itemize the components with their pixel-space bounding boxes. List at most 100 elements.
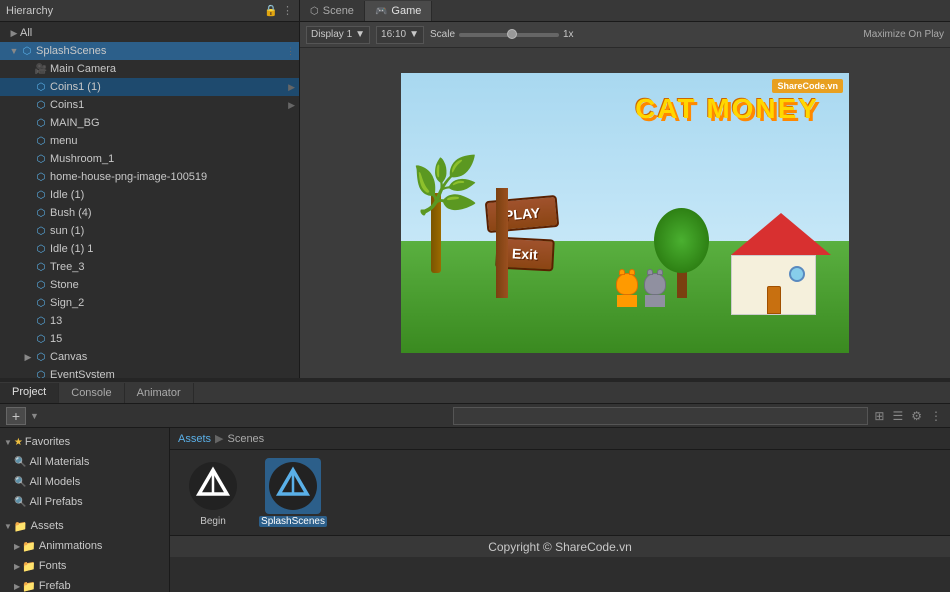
hierarchy-idle1b-label: Idle (1) 1 bbox=[50, 243, 93, 255]
hierarchy-label: Hierarchy bbox=[6, 5, 53, 17]
toolbar-icons: ⊞ ☰ ⚙ ⋮ bbox=[872, 407, 944, 425]
hierarchy-mushroom-label: Mushroom_1 bbox=[50, 153, 114, 165]
house-roof bbox=[731, 213, 831, 255]
hierarchy-item-tree3[interactable]: ▶ ⬡ Tree_3 bbox=[0, 258, 299, 276]
settings-icon[interactable]: ⚙ bbox=[909, 407, 924, 425]
hierarchy-maincamera-label: Main Camera bbox=[50, 63, 116, 75]
tab-game-label: Game bbox=[391, 5, 421, 17]
asset-splashscenes[interactable]: SplashScenes bbox=[258, 458, 328, 527]
assets-folder-icon: 📁 bbox=[14, 520, 28, 533]
hierarchy-eventsystem-label: EventSystem bbox=[50, 369, 115, 378]
menu-icon[interactable]: ⋮ bbox=[282, 4, 293, 17]
project-search-input[interactable] bbox=[453, 407, 869, 425]
aspect-dropdown[interactable]: 16:10 ▼ bbox=[376, 26, 424, 44]
gameobj-icon: 🎥 bbox=[34, 62, 48, 76]
hierarchy-item-sun[interactable]: ▶ ⬡ sun (1) bbox=[0, 222, 299, 240]
hierarchy-header: Hierarchy 🔒 ⋮ bbox=[0, 0, 299, 22]
cat2-ear-right bbox=[657, 269, 663, 275]
hierarchy-item-canvas[interactable]: ▶ ⬡ Canvas bbox=[0, 348, 299, 366]
breadcrumb-separator: ▶ bbox=[215, 432, 223, 445]
hierarchy-coins1b-label: Coins1 bbox=[50, 99, 84, 111]
hierarchy-item-idle1b[interactable]: ▶ ⬡ Idle (1) 1 bbox=[0, 240, 299, 258]
lock-icon[interactable]: 🔒 bbox=[264, 4, 278, 17]
hierarchy-item-maincamera[interactable]: ▶ 🎥 Main Camera bbox=[0, 60, 299, 78]
hierarchy-item-coins1b[interactable]: ▶ ⬡ Coins1 ▶ bbox=[0, 96, 299, 114]
begin-label: Begin bbox=[200, 516, 226, 527]
hierarchy-item-homehouse[interactable]: ▶ ⬡ home-house-png-image-100519 bbox=[0, 168, 299, 186]
tab-game[interactable]: 🎮 Game bbox=[365, 1, 432, 21]
splashscenes-icon-container bbox=[265, 458, 321, 514]
house-body bbox=[731, 255, 816, 315]
expand-arrow: ▶ bbox=[8, 27, 20, 39]
asset-begin[interactable]: Begin bbox=[178, 458, 248, 527]
hierarchy-canvas-label: Canvas bbox=[50, 351, 87, 363]
scene-icon: ⬡ bbox=[20, 44, 34, 58]
breadcrumb-current: Scenes bbox=[227, 433, 264, 445]
hierarchy-item-menu[interactable]: ▶ ⬡ menu bbox=[0, 132, 299, 150]
hierarchy-item-stone[interactable]: ▶ ⬡ Stone bbox=[0, 276, 299, 294]
hierarchy-sun-label: sun (1) bbox=[50, 225, 84, 237]
list-view-icon[interactable]: ☰ bbox=[890, 407, 905, 425]
sign-post: PLAY Exit bbox=[496, 188, 508, 298]
favorites-arrow: ▼ bbox=[4, 438, 12, 447]
hierarchy-item-splashscenes[interactable]: ▼ ⬡ SplashScenes ⋮ bbox=[0, 42, 299, 60]
fonts-item[interactable]: ▶ 📁 Fonts bbox=[0, 556, 169, 576]
gameobj-icon14: ⬡ bbox=[34, 296, 48, 310]
all-models-item[interactable]: 🔍 All Models bbox=[0, 472, 169, 492]
hierarchy-item-eventsystem[interactable]: ▶ ⬡ EventSystem bbox=[0, 366, 299, 378]
maximize-button[interactable]: Maximize On Play bbox=[863, 29, 944, 40]
scale-slider-thumb bbox=[507, 29, 517, 39]
cat-ear-right bbox=[629, 269, 635, 275]
hierarchy-item-mainbg[interactable]: ▶ ⬡ MAIN_BG bbox=[0, 114, 299, 132]
item-arrow-right: ▶ bbox=[288, 82, 295, 93]
breadcrumb-root[interactable]: Assets bbox=[178, 433, 211, 445]
hierarchy-bush-label: Bush (4) bbox=[50, 207, 92, 219]
animmations-label: Animmations bbox=[39, 540, 103, 552]
house bbox=[731, 213, 831, 315]
hierarchy-item-all[interactable]: ▶ All bbox=[0, 24, 299, 42]
all-materials-item[interactable]: 🔍 All Materials bbox=[0, 452, 169, 472]
scale-label: Scale bbox=[430, 29, 455, 40]
display-label: Display 1 bbox=[311, 29, 352, 40]
tab-console[interactable]: Console bbox=[59, 383, 124, 403]
hierarchy-item-15[interactable]: ▶ ⬡ 15 bbox=[0, 330, 299, 348]
more-icon[interactable]: ⋮ bbox=[928, 407, 944, 425]
hierarchy-item-sign2[interactable]: ▶ ⬡ Sign_2 bbox=[0, 294, 299, 312]
scale-slider[interactable] bbox=[459, 33, 559, 37]
all-prefabs-item[interactable]: 🔍 All Prefabs bbox=[0, 492, 169, 512]
character-orange bbox=[616, 273, 638, 303]
gameobj-icon12: ⬡ bbox=[34, 260, 48, 274]
hierarchy-homehouse-label: home-house-png-image-100519 bbox=[50, 171, 207, 183]
hierarchy-item-13[interactable]: ▶ ⬡ 13 bbox=[0, 312, 299, 330]
animmations-item[interactable]: ▶ 📁 Animmations bbox=[0, 536, 169, 556]
hierarchy-panel: Hierarchy 🔒 ⋮ ▶ All ▼ ⬡ SplashScenes ⋮ ▶ bbox=[0, 0, 300, 378]
animmations-arrow: ▶ bbox=[14, 542, 20, 551]
favorites-section[interactable]: ▼ ★ Favorites bbox=[0, 432, 169, 452]
frefab-item[interactable]: ▶ 📁 Frefab bbox=[0, 576, 169, 592]
tab-scene[interactable]: ⬡ Scene bbox=[300, 1, 365, 21]
hierarchy-item-coins1[interactable]: ▶ ⬡ Coins1 (1) ▶ bbox=[0, 78, 299, 96]
assets-section[interactable]: ▼ 📁 Assets bbox=[0, 516, 169, 536]
cat2-ear-left bbox=[647, 269, 653, 275]
display-dropdown[interactable]: Display 1 ▼ bbox=[306, 26, 370, 44]
gameobj-icon7: ⬡ bbox=[34, 170, 48, 184]
game-toolbar: Display 1 ▼ 16:10 ▼ Scale 1x Maximize On… bbox=[300, 22, 950, 48]
hierarchy-sign2-label: Sign_2 bbox=[50, 297, 84, 309]
hierarchy-item-bush[interactable]: ▶ ⬡ Bush (4) bbox=[0, 204, 299, 222]
hierarchy-item-mushroom[interactable]: ▶ ⬡ Mushroom_1 bbox=[0, 150, 299, 168]
character-grey bbox=[644, 273, 666, 303]
tab-project[interactable]: Project bbox=[0, 383, 59, 403]
add-button[interactable]: + bbox=[6, 407, 26, 425]
cat-body bbox=[617, 295, 637, 307]
hierarchy-15-label: 15 bbox=[50, 333, 62, 345]
grid-view-icon[interactable]: ⊞ bbox=[872, 407, 886, 425]
display-arrow: ▼ bbox=[355, 29, 365, 40]
aspect-label: 16:10 bbox=[381, 29, 406, 40]
gameobj-icon13: ⬡ bbox=[34, 278, 48, 292]
house-window bbox=[789, 266, 805, 282]
search-icon3: 🔍 bbox=[14, 497, 26, 508]
tab-animator[interactable]: Animator bbox=[125, 383, 194, 403]
item-arrow: ⋮ bbox=[286, 46, 295, 57]
hierarchy-item-idle1[interactable]: ▶ ⬡ Idle (1) bbox=[0, 186, 299, 204]
assets-label: Assets bbox=[31, 520, 64, 532]
